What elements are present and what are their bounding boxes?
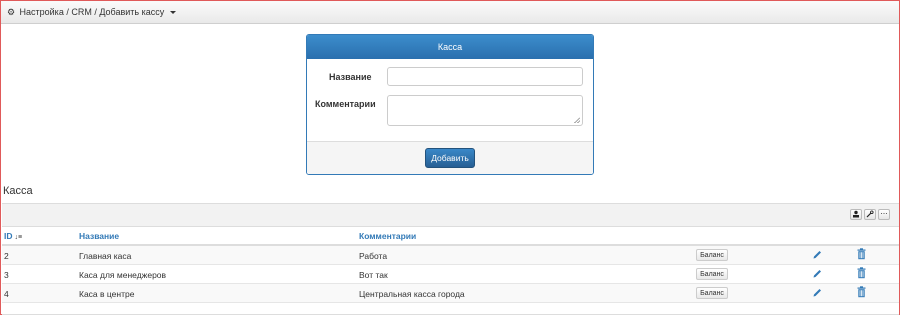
more-icon[interactable]: ⋯ — [878, 209, 890, 220]
edit-pencil-icon[interactable] — [812, 249, 822, 260]
column-name[interactable]: Название — [79, 231, 119, 241]
column-id-label[interactable]: ID — [4, 231, 13, 241]
add-cashbox-panel: Касса Название Комментарии Добавить — [306, 34, 594, 175]
column-id[interactable]: ID ↓≡ — [4, 231, 22, 241]
chevron-down-icon — [169, 11, 176, 15]
balance-button[interactable]: Баланс — [696, 268, 728, 280]
table-row: 3 Каса для менеджеров Вот так Баланс — [2, 265, 899, 284]
trash-icon[interactable] — [857, 286, 866, 298]
table-row: 4 Каса в центре Центральная касса города… — [2, 284, 899, 303]
wrench-icon[interactable] — [864, 209, 876, 220]
balance-button[interactable]: Баланс — [696, 287, 728, 299]
section-title: Касса — [3, 185, 33, 197]
edit-pencil-icon[interactable] — [812, 268, 822, 279]
trash-icon[interactable] — [857, 267, 866, 279]
balance-button[interactable]: Баланс — [696, 249, 728, 261]
edit-pencil-icon[interactable] — [812, 287, 822, 298]
export-user-icon[interactable] — [850, 209, 862, 220]
row-name: Каса в центре — [79, 289, 135, 299]
table-toolbar: ⋯ — [2, 203, 899, 227]
row-id: 4 — [4, 289, 9, 299]
row-name: Каса для менеджеров — [79, 270, 167, 280]
add-button[interactable]: Добавить — [425, 148, 475, 168]
panel-title: Касса — [307, 35, 593, 59]
gear-icon: ⚙ — [7, 7, 16, 17]
column-comment[interactable]: Комментарии — [359, 231, 416, 241]
row-comment: Центральная касса города — [359, 289, 465, 299]
table-header: ID ↓≡ Название Комментарии — [2, 227, 899, 246]
row-comment: Работа — [359, 251, 388, 261]
breadcrumb[interactable]: ⚙ Настройка / CRM / Добавить кассу — [7, 7, 176, 18]
trash-icon[interactable] — [857, 248, 866, 260]
top-bar: ⚙ Настройка / CRM / Добавить кассу — [1, 1, 899, 24]
row-name: Главная каса — [79, 251, 132, 261]
sort-asc-icon[interactable]: ↓≡ — [15, 234, 23, 241]
comment-label: Комментарии — [315, 99, 376, 109]
resize-handle-icon[interactable] — [574, 117, 580, 123]
comment-textarea[interactable] — [387, 95, 583, 126]
row-id: 3 — [4, 270, 9, 280]
row-comment: Вот так — [359, 270, 388, 280]
name-input[interactable] — [387, 67, 583, 86]
table-row: 2 Главная каса Работа Баланс — [2, 246, 899, 265]
panel-footer: Добавить — [307, 141, 593, 174]
breadcrumb-text[interactable]: Настройка / CRM / Добавить кассу — [20, 7, 165, 17]
row-id: 2 — [4, 251, 9, 261]
name-label: Название — [329, 72, 372, 82]
